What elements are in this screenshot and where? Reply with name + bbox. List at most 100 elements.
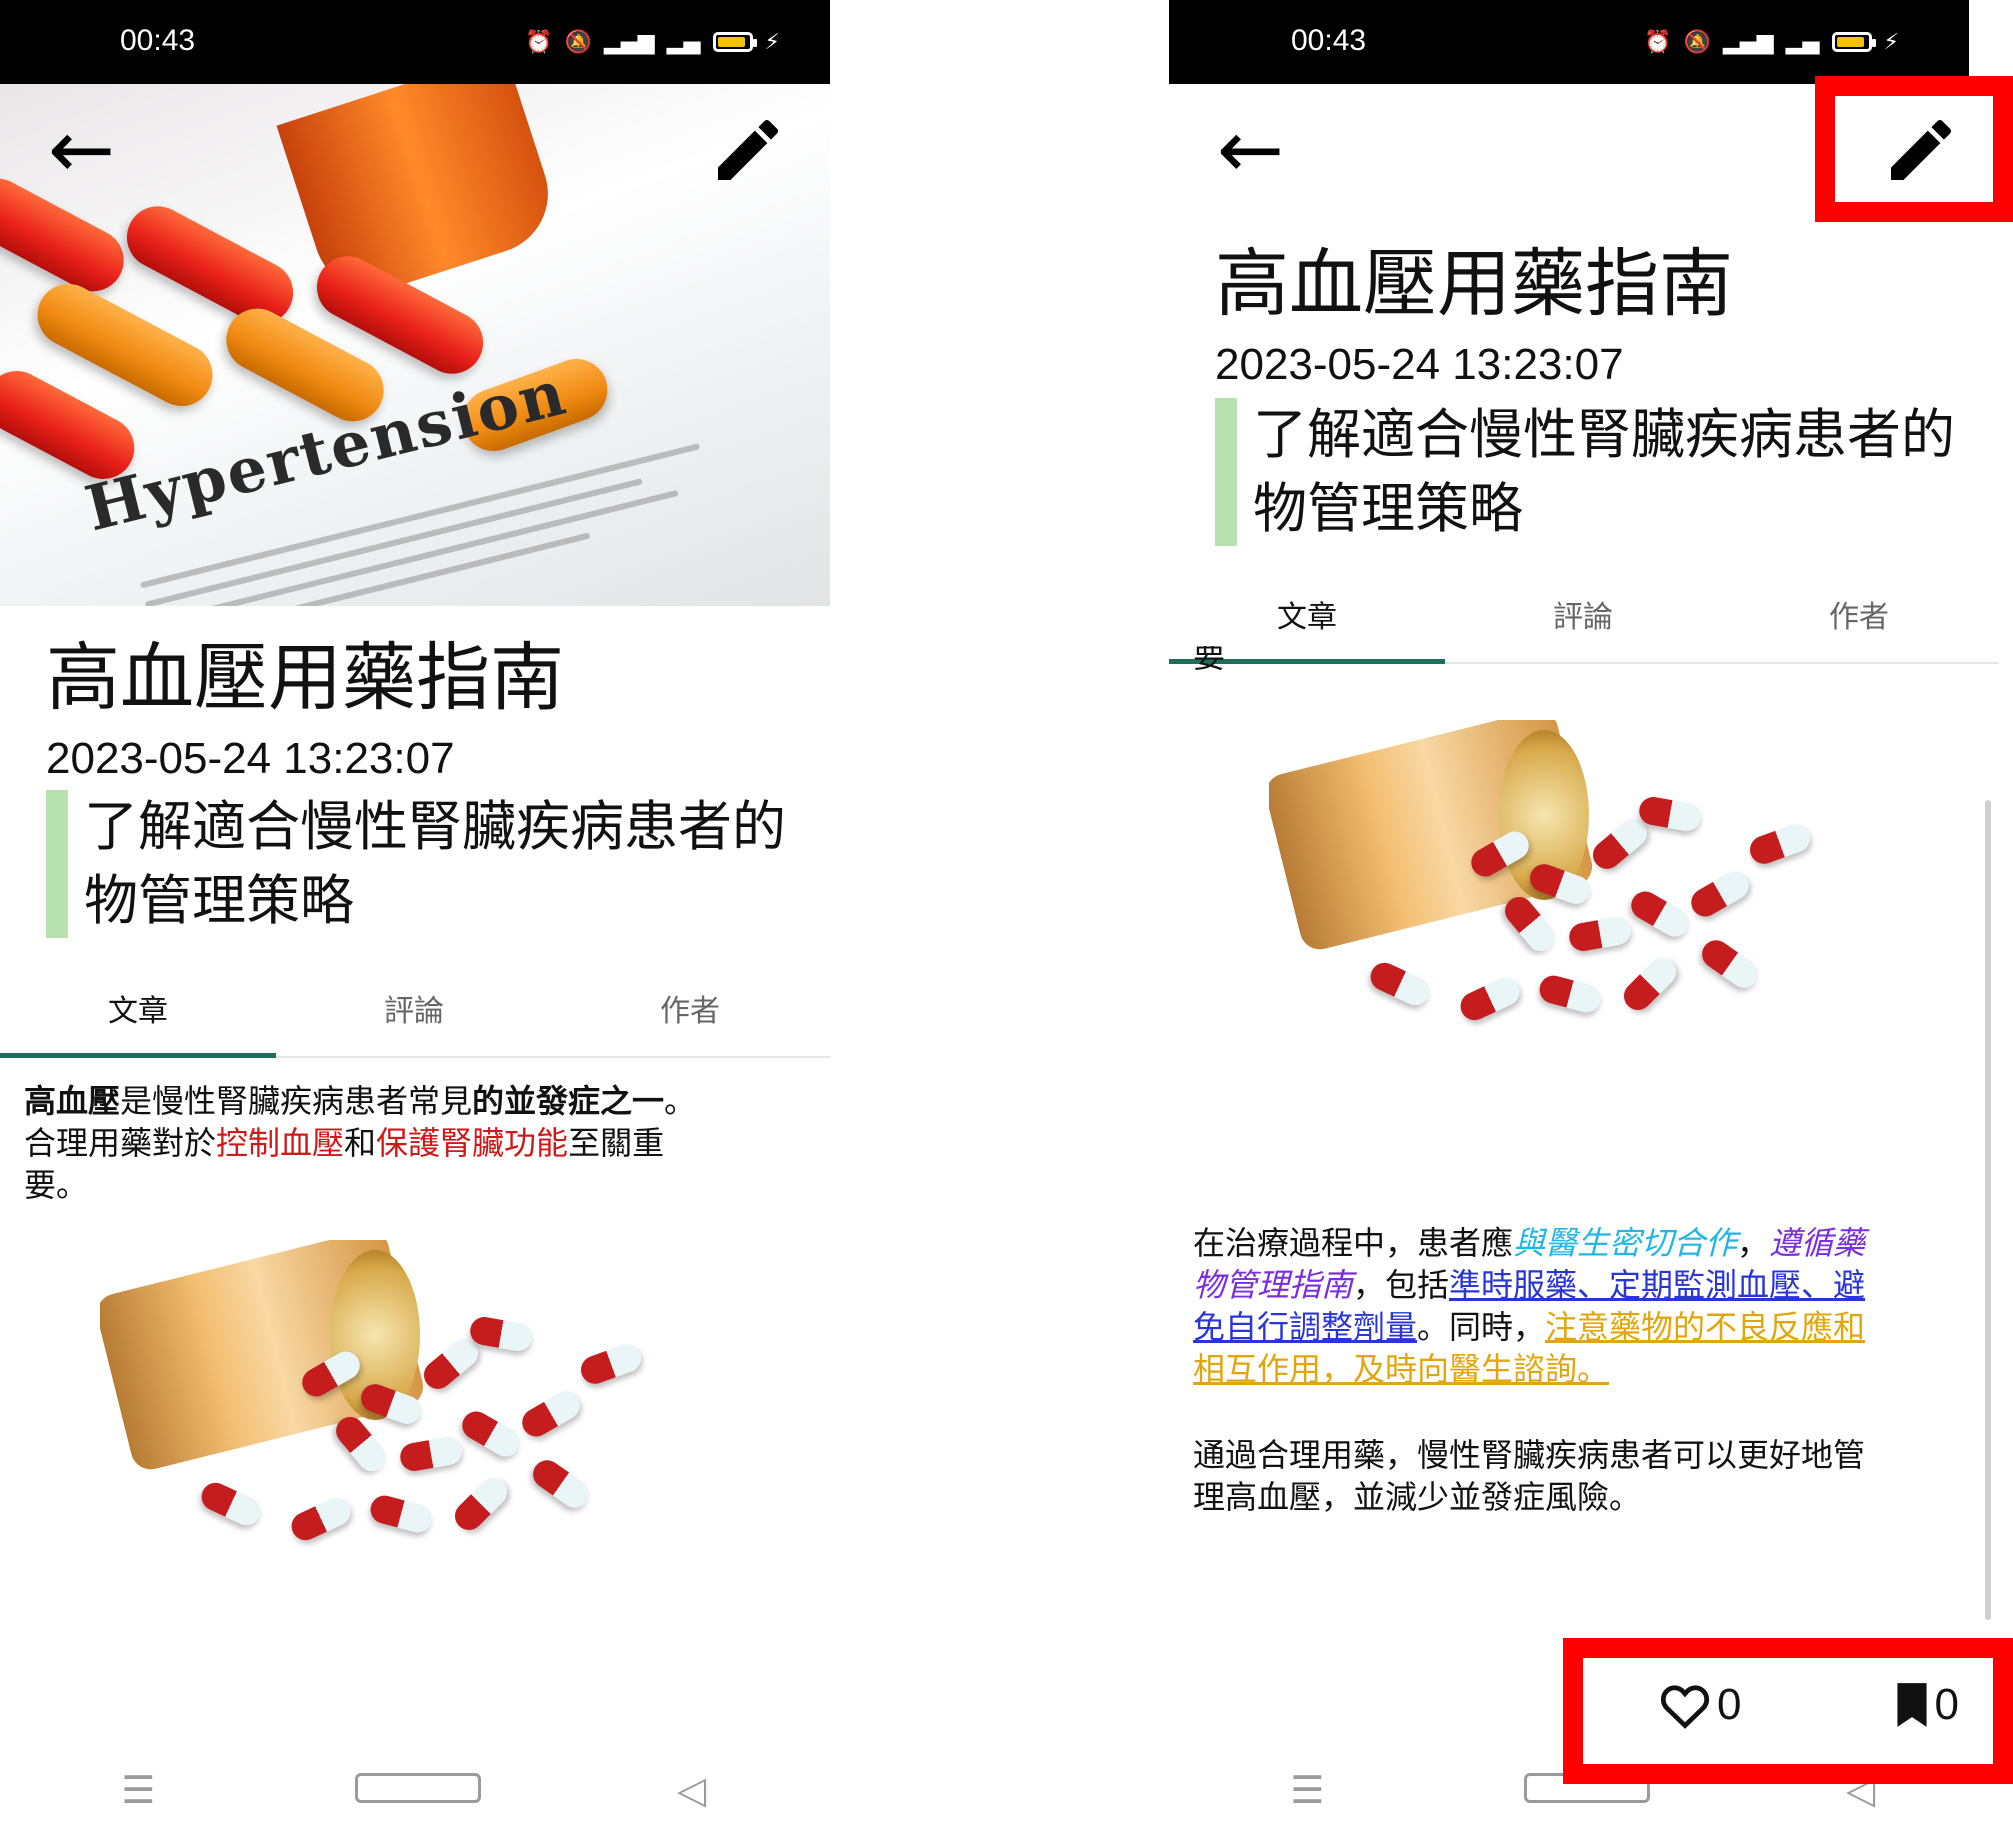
capsule [457,1406,525,1462]
mute-icon: 🔕 [564,29,592,55]
text-red: 控制血壓 [216,1124,345,1162]
article-image [100,1240,660,1570]
text-link[interactable]: 準時服藥、定期監測血壓、避 [1449,1266,1865,1304]
reaction-bar: 0 0 [1659,1680,1959,1730]
capsule [367,1492,435,1536]
text-link-gold[interactable]: 注意藥物的不良反應和 [1545,1308,1865,1346]
capsule [468,1314,534,1354]
edit-highlight-box [1815,76,2013,222]
mute-icon: 🔕 [1683,29,1711,55]
text: 。 [664,1082,697,1120]
battery-icon [712,32,757,52]
article-paragraph: 在治療過程中，患者應與醫生密切合作，遵循藥 物管理指南，包括準時服藥、定期監測血… [1193,1222,1973,1390]
signal-4g-icon: ▂▄▆ [1722,29,1774,55]
text-red: 保護腎臟功能 [376,1124,569,1162]
tab-comments[interactable]: 評論 [276,960,552,1056]
text: 和 [344,1124,377,1162]
text-link[interactable]: 免自行調整劑量 [1193,1308,1417,1346]
text: 至關重 [568,1124,665,1162]
article-date: 2023-05-24 13:23:07 [46,734,455,783]
status-bar: 00:43 ⏰ 🔕 ▂▄▆ ▂▄ ⚡ [1169,0,1969,84]
summary-line: 了解適合慢性腎臟疾病患者的 [1253,403,1955,466]
text-bold: 的並發症之一 [472,1082,665,1120]
capsule [1696,934,1764,994]
text: 要。 [24,1166,89,1204]
capsule [1746,820,1814,868]
summary-line: 物管理策略 [1253,477,1523,540]
text: 。同時， [1417,1308,1546,1346]
scrollbar[interactable] [1985,800,1991,1620]
signal-weak-icon: ▂▄ [666,29,701,55]
text: 通過合理用藥，慢性腎臟疾病患者可以更好地管 [1193,1436,1866,1474]
article-title: 高血壓用藥指南 [1215,241,1733,327]
status-time: 00:43 [1291,24,1367,57]
back-arrow-icon[interactable]: ← [1217,110,1284,190]
article-paragraph: 高血壓是慢性腎臟疾病患者常見的並發症之一。 合理用藥對於控制血壓和保護腎臟功能至… [24,1080,804,1206]
signal-4g-icon: ▂▄▆ [603,29,655,55]
capsule [1626,886,1694,942]
tab-author[interactable]: 作者 [1721,566,1997,662]
capsule [1587,813,1653,875]
status-bar: 00:43 ⏰ 🔕 ▂▄▆ ▂▄ ⚡ [0,0,830,84]
text: ， [1737,1224,1770,1262]
text-italic-cyan: 與醫生密切合作 [1513,1224,1738,1262]
home-square-icon[interactable] [354,1768,481,1812]
article-title: 高血壓用藥指南 [46,635,564,721]
menu-icon[interactable]: ☰ [78,1768,198,1812]
tab-comments[interactable]: 評論 [1445,566,1721,662]
charging-icon: ⚡ [764,29,780,55]
capsule [330,1411,392,1477]
summary-line: 物管理策略 [84,869,354,932]
article-image [1269,720,1829,1050]
tab-author[interactable]: 作者 [552,960,828,1056]
summary-line: 了解適合慢性腎臟疾病患者的 [84,795,786,858]
capsule [449,1472,513,1536]
signal-weak-icon: ▂▄ [1785,29,1820,55]
capsule [1536,972,1604,1016]
capsule [577,1340,645,1388]
text: 是慢性腎臟疾病患者常見 [120,1082,473,1120]
tab-bar: 文章 評論 作者 [0,960,830,1058]
status-icons: ⏰ 🔕 ▂▄▆ ▂▄ ⚡ [1644,20,1899,64]
back-triangle-icon[interactable]: ◁ [632,1768,752,1812]
charging-icon: ⚡ [1883,29,1899,55]
text-link-gold[interactable]: 相互作用，及時向醫生諮詢。 [1193,1350,1609,1388]
article-summary: 了解適合慢性腎臟疾病患者的 物管理策略 [1215,398,2013,546]
text-italic-purple: 物管理指南 [1193,1266,1354,1304]
system-nav-bar: ☰ ◁ [0,1768,830,1812]
bookmark-button[interactable]: 0 [1895,1680,1959,1730]
like-button[interactable]: 0 [1659,1680,1741,1730]
battery-icon [1831,32,1876,52]
article-paragraph: 通過合理用藥，慢性腎臟疾病患者可以更好地管 理高血壓，並減少並發症風險。 [1193,1434,1973,1518]
phone-screen-left: 00:43 ⏰ 🔕 ▂▄▆ ▂▄ ⚡ Hypertension ← 高血壓用藥指… [0,0,830,1844]
menu-icon[interactable]: ☰ [1247,1768,1367,1812]
status-time: 00:43 [120,24,196,57]
capsule [1499,891,1561,957]
bookmark-count: 0 [1934,1680,1959,1729]
article-date: 2023-05-24 13:23:07 [1215,340,1624,389]
back-arrow-icon[interactable]: ← [48,110,115,190]
text: 理高血壓，並減少並發症風險。 [1193,1478,1642,1516]
capsule [1637,794,1703,834]
text-italic-purple: 遵循藥 [1769,1224,1866,1262]
capsule [196,1478,266,1530]
hero-image: Hypertension [0,84,830,606]
capsule [1455,973,1525,1025]
text: 合理用藥對於 [24,1124,217,1162]
capsule [527,1454,595,1514]
status-icons: ⏰ 🔕 ▂▄▆ ▂▄ ⚡ [525,20,780,64]
phone-screen-right: 00:43 ⏰ 🔕 ▂▄▆ ▂▄ ⚡ ← 高血壓用藥指南 2023-05-24 … [1169,0,2013,1844]
tab-bar: 文章 評論 作者 [1169,566,1999,664]
pencil-icon[interactable] [708,110,788,190]
capsule [286,1493,356,1545]
article-summary: 了解適合慢性腎臟疾病患者的 物管理策略 [46,790,830,938]
text: ，包括 [1353,1266,1450,1304]
capsule [1686,866,1754,922]
tab-article[interactable]: 文章 [0,960,276,1058]
bookmark-icon [1896,1683,1927,1727]
alarm-icon: ⏰ [1644,29,1672,55]
capsule [1567,914,1633,954]
capsule [1618,952,1682,1016]
capsule [398,1434,464,1474]
capsule [418,1333,484,1395]
